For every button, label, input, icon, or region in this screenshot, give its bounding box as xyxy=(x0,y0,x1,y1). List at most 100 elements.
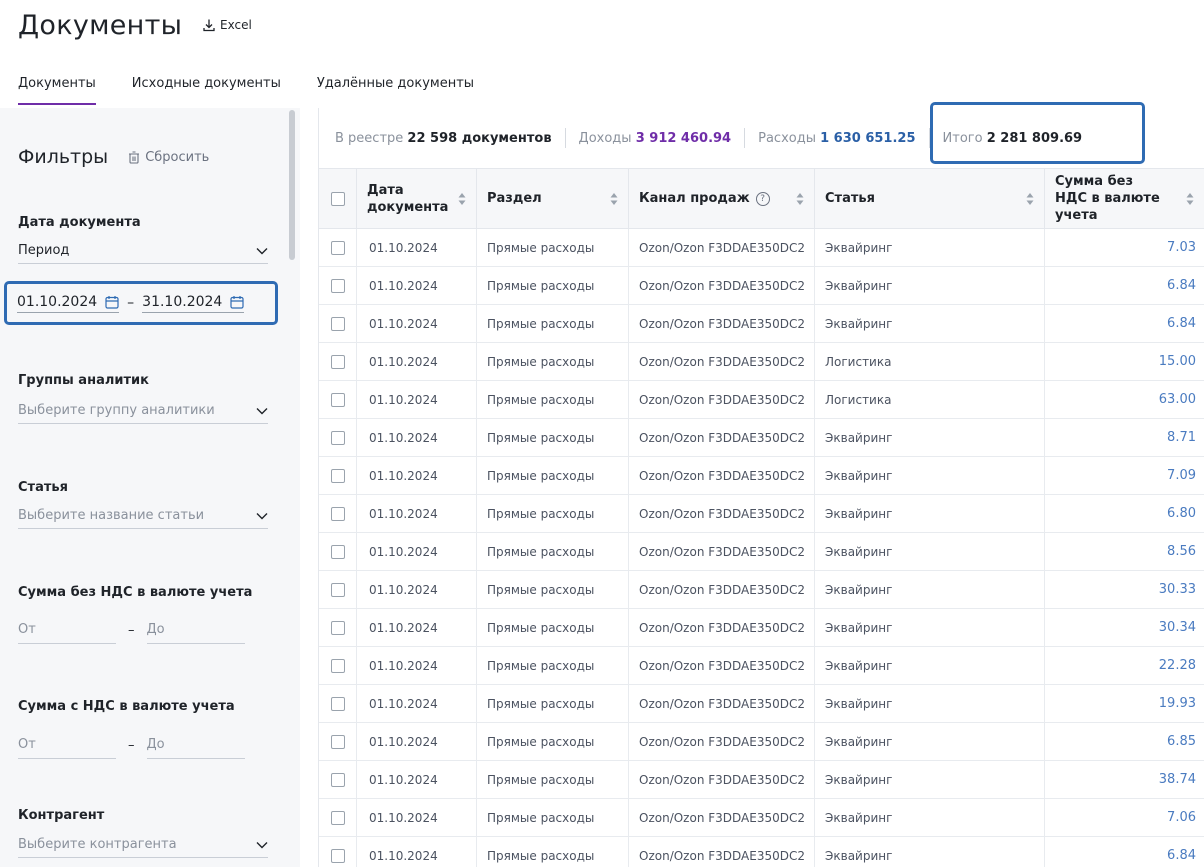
row-checkbox[interactable] xyxy=(330,278,345,293)
amount-cell[interactable]: 8.71 xyxy=(1045,419,1204,456)
sum-no-vat-to-input[interactable]: До xyxy=(146,622,245,644)
row-checkbox[interactable] xyxy=(330,316,345,331)
channel-cell: Ozon/Ozon F3DDAE350DC2 xyxy=(629,723,815,760)
download-icon xyxy=(203,19,215,32)
sum-vat-label: Сумма с НДС в валюте учета xyxy=(18,699,235,714)
channel-cell: Ozon/Ozon F3DDAE350DC2 xyxy=(629,761,815,798)
tab-deleted-documents[interactable]: Удалённые документы xyxy=(317,76,474,105)
table-row[interactable]: 01.10.2024 Прямые расходы Ozon/Ozon F3DDAE… xyxy=(319,343,1204,381)
sidebar-scrollbar[interactable] xyxy=(289,110,295,260)
table-row[interactable]: 01.10.2024 Прямые расходы Ozon/Ozon F3DDAE… xyxy=(319,647,1204,685)
calendar-icon[interactable] xyxy=(230,295,244,309)
row-checkbox[interactable] xyxy=(330,696,345,711)
row-checkbox[interactable] xyxy=(330,240,345,255)
summary-income-value: 3 912 460.94 xyxy=(635,130,732,146)
range-dash: – xyxy=(128,622,135,638)
amount-cell[interactable]: 22.28 xyxy=(1045,647,1204,684)
amount-cell[interactable]: 6.84 xyxy=(1045,305,1204,342)
channel-cell: Ozon/Ozon F3DDAE350DC2 xyxy=(629,837,815,867)
table-row[interactable]: 01.10.2024 Прямые расходы Ozon/Ozon F3DDAE… xyxy=(319,685,1204,723)
column-header-channel[interactable]: Канал продаж ? xyxy=(629,169,815,228)
row-checkbox-cell xyxy=(319,609,357,646)
channel-cell: Ozon/Ozon F3DDAE350DC2 xyxy=(629,685,815,722)
counterparty-select[interactable]: Выберите контрагента xyxy=(18,832,268,858)
column-header-section[interactable]: Раздел xyxy=(477,169,629,228)
amount-cell[interactable]: 6.84 xyxy=(1045,267,1204,304)
table-row[interactable]: 01.10.2024 Прямые расходы Ozon/Ozon F3DDAE… xyxy=(319,495,1204,533)
calendar-icon[interactable] xyxy=(105,295,119,309)
table-row[interactable]: 01.10.2024 Прямые расходы Ozon/Ozon F3DDAE… xyxy=(319,571,1204,609)
channel-cell: Ozon/Ozon F3DDAE350DC2 xyxy=(629,571,815,608)
date-from-input[interactable]: 01.10.2024 xyxy=(17,294,120,313)
select-all-checkbox[interactable] xyxy=(330,191,345,206)
trash-icon xyxy=(129,150,140,164)
row-checkbox[interactable] xyxy=(330,734,345,749)
sum-no-vat-from-input[interactable]: От xyxy=(18,622,116,644)
table-row[interactable]: 01.10.2024 Прямые расходы Ozon/Ozon F3DDAE… xyxy=(319,419,1204,457)
column-header-date[interactable]: Дата документа xyxy=(357,169,477,228)
excel-export-button[interactable]: Excel xyxy=(202,18,252,32)
reset-filters-button[interactable]: Сбросить xyxy=(128,150,209,165)
table-row[interactable]: 01.10.2024 Прямые расходы Ozon/Ozon F3DDAE… xyxy=(319,381,1204,419)
documents-content: В реестре 22 598 документов Доходы 3 912… xyxy=(318,102,1204,867)
amount-cell[interactable]: 8.56 xyxy=(1045,533,1204,570)
table-row[interactable]: 01.10.2024 Прямые расходы Ozon/Ozon F3DDAE… xyxy=(319,837,1204,867)
tab-documents[interactable]: Документы xyxy=(18,76,96,105)
row-checkbox-cell xyxy=(319,419,357,456)
row-checkbox[interactable] xyxy=(330,544,345,559)
amount-cell[interactable]: 30.33 xyxy=(1045,571,1204,608)
amount-cell[interactable]: 6.84 xyxy=(1045,837,1204,867)
channel-cell: Ozon/Ozon F3DDAE350DC2 xyxy=(629,495,815,532)
row-checkbox[interactable] xyxy=(330,354,345,369)
row-checkbox[interactable] xyxy=(330,620,345,635)
sort-icon[interactable] xyxy=(796,192,804,206)
row-checkbox[interactable] xyxy=(330,810,345,825)
article-select[interactable]: Выберите название статьи xyxy=(18,503,268,529)
table-row[interactable]: 01.10.2024 Прямые расходы Ozon/Ozon F3DDAE… xyxy=(319,609,1204,647)
amount-cell[interactable]: 19.93 xyxy=(1045,685,1204,722)
row-checkbox[interactable] xyxy=(330,506,345,521)
sort-icon[interactable] xyxy=(1186,192,1194,206)
amount-cell[interactable]: 38.74 xyxy=(1045,761,1204,798)
table-row[interactable]: 01.10.2024 Прямые расходы Ozon/Ozon F3DDAE… xyxy=(319,799,1204,837)
row-checkbox[interactable] xyxy=(330,772,345,787)
amount-cell[interactable]: 63.00 xyxy=(1045,381,1204,418)
sum-vat-from-input[interactable]: От xyxy=(18,737,116,759)
sort-icon[interactable] xyxy=(1026,192,1034,206)
row-checkbox[interactable] xyxy=(330,392,345,407)
amount-cell[interactable]: 7.03 xyxy=(1045,229,1204,266)
row-checkbox[interactable] xyxy=(330,582,345,597)
article-placeholder: Выберите название статьи xyxy=(18,508,205,523)
column-header-article[interactable]: Статья xyxy=(815,169,1045,228)
amount-cell[interactable]: 30.34 xyxy=(1045,609,1204,646)
period-select[interactable]: Период xyxy=(18,238,268,264)
period-value: Период xyxy=(18,243,70,258)
row-checkbox[interactable] xyxy=(330,468,345,483)
tab-source-documents[interactable]: Исходные документы xyxy=(132,76,281,105)
row-checkbox[interactable] xyxy=(330,430,345,445)
sort-icon[interactable] xyxy=(458,192,466,206)
row-checkbox-cell xyxy=(319,723,357,760)
sum-vat-to-input[interactable]: До xyxy=(146,737,245,759)
analytics-group-select[interactable]: Выберите группу аналитики xyxy=(18,398,268,424)
table-row[interactable]: 01.10.2024 Прямые расходы Ozon/Ozon F3DDAE… xyxy=(319,267,1204,305)
amount-cell[interactable]: 15.00 xyxy=(1045,343,1204,380)
table-row[interactable]: 01.10.2024 Прямые расходы Ozon/Ozon F3DDAE… xyxy=(319,305,1204,343)
amount-cell[interactable]: 7.09 xyxy=(1045,457,1204,494)
amount-cell[interactable]: 7.06 xyxy=(1045,799,1204,836)
row-checkbox[interactable] xyxy=(330,658,345,673)
table-row[interactable]: 01.10.2024 Прямые расходы Ozon/Ozon F3DDAE… xyxy=(319,533,1204,571)
row-checkbox-cell xyxy=(319,685,357,722)
sort-icon[interactable] xyxy=(610,192,618,206)
table-row[interactable]: 01.10.2024 Прямые расходы Ozon/Ozon F3DDAE… xyxy=(319,229,1204,267)
date-to-input[interactable]: 31.10.2024 xyxy=(142,294,245,313)
date-cell: 01.10.2024 xyxy=(357,609,477,646)
table-row[interactable]: 01.10.2024 Прямые расходы Ozon/Ozon F3DDAE… xyxy=(319,723,1204,761)
amount-cell[interactable]: 6.85 xyxy=(1045,723,1204,760)
column-header-amount[interactable]: Сумма без НДС в валюте учета xyxy=(1045,169,1204,228)
help-icon[interactable]: ? xyxy=(755,191,770,206)
table-row[interactable]: 01.10.2024 Прямые расходы Ozon/Ozon F3DDAE… xyxy=(319,761,1204,799)
amount-cell[interactable]: 6.80 xyxy=(1045,495,1204,532)
row-checkbox[interactable] xyxy=(330,848,345,863)
table-row[interactable]: 01.10.2024 Прямые расходы Ozon/Ozon F3DDAE… xyxy=(319,457,1204,495)
